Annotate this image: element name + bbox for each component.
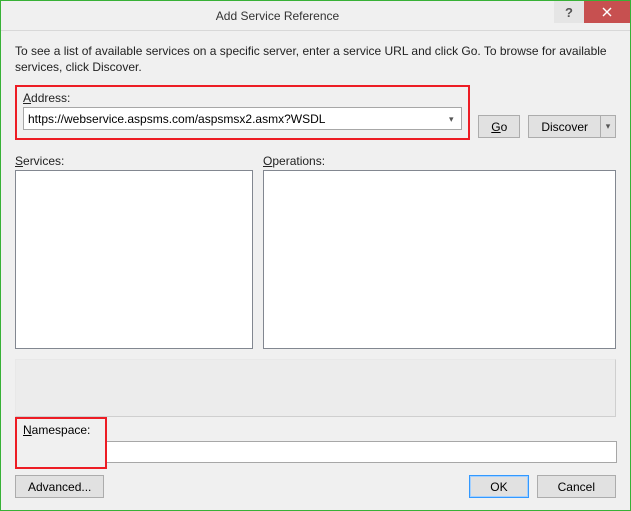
dialog-footer: Advanced... OK Cancel	[1, 475, 630, 510]
ok-button[interactable]: OK	[469, 475, 528, 498]
titlebar: Add Service Reference ?	[1, 1, 630, 31]
lists-row: Services: Operations:	[15, 154, 616, 349]
address-highlight: Address: https://webservice.aspsms.com/a…	[15, 85, 470, 140]
chevron-down-icon[interactable]: ▾	[443, 111, 459, 127]
window-title: Add Service Reference	[1, 9, 554, 23]
address-row: Address: https://webservice.aspsms.com/a…	[15, 85, 616, 146]
namespace-section: Namespace:	[15, 417, 616, 465]
go-button[interactable]: Go	[478, 115, 520, 138]
namespace-label: Namespace:	[23, 423, 90, 437]
address-value: https://webservice.aspsms.com/aspsmsx2.a…	[28, 112, 325, 126]
advanced-button[interactable]: Advanced...	[15, 475, 104, 498]
dialog-body: To see a list of available services on a…	[1, 31, 630, 475]
namespace-value-preview	[23, 439, 99, 461]
status-area	[15, 359, 616, 417]
help-button[interactable]: ?	[554, 1, 584, 23]
cancel-button[interactable]: Cancel	[537, 475, 616, 498]
close-icon	[602, 7, 612, 17]
close-button[interactable]	[584, 1, 630, 23]
namespace-highlight: Namespace:	[15, 417, 107, 469]
instructions-text: To see a list of available services on a…	[15, 43, 616, 75]
operations-label: Operations:	[263, 154, 616, 168]
discover-button[interactable]: Discover	[528, 115, 600, 138]
discover-dropdown[interactable]: ▾	[600, 115, 616, 138]
services-label: Services:	[15, 154, 253, 168]
services-list[interactable]	[15, 170, 253, 349]
dialog-add-service-reference: Add Service Reference ? To see a list of…	[0, 0, 631, 511]
operations-list[interactable]	[263, 170, 616, 349]
address-input[interactable]: https://webservice.aspsms.com/aspsmsx2.a…	[23, 107, 462, 130]
operations-column: Operations:	[263, 154, 616, 349]
services-column: Services:	[15, 154, 253, 349]
titlebar-buttons: ?	[554, 1, 630, 30]
discover-split-button[interactable]: Discover ▾	[528, 115, 616, 138]
address-label: Address:	[23, 91, 462, 105]
